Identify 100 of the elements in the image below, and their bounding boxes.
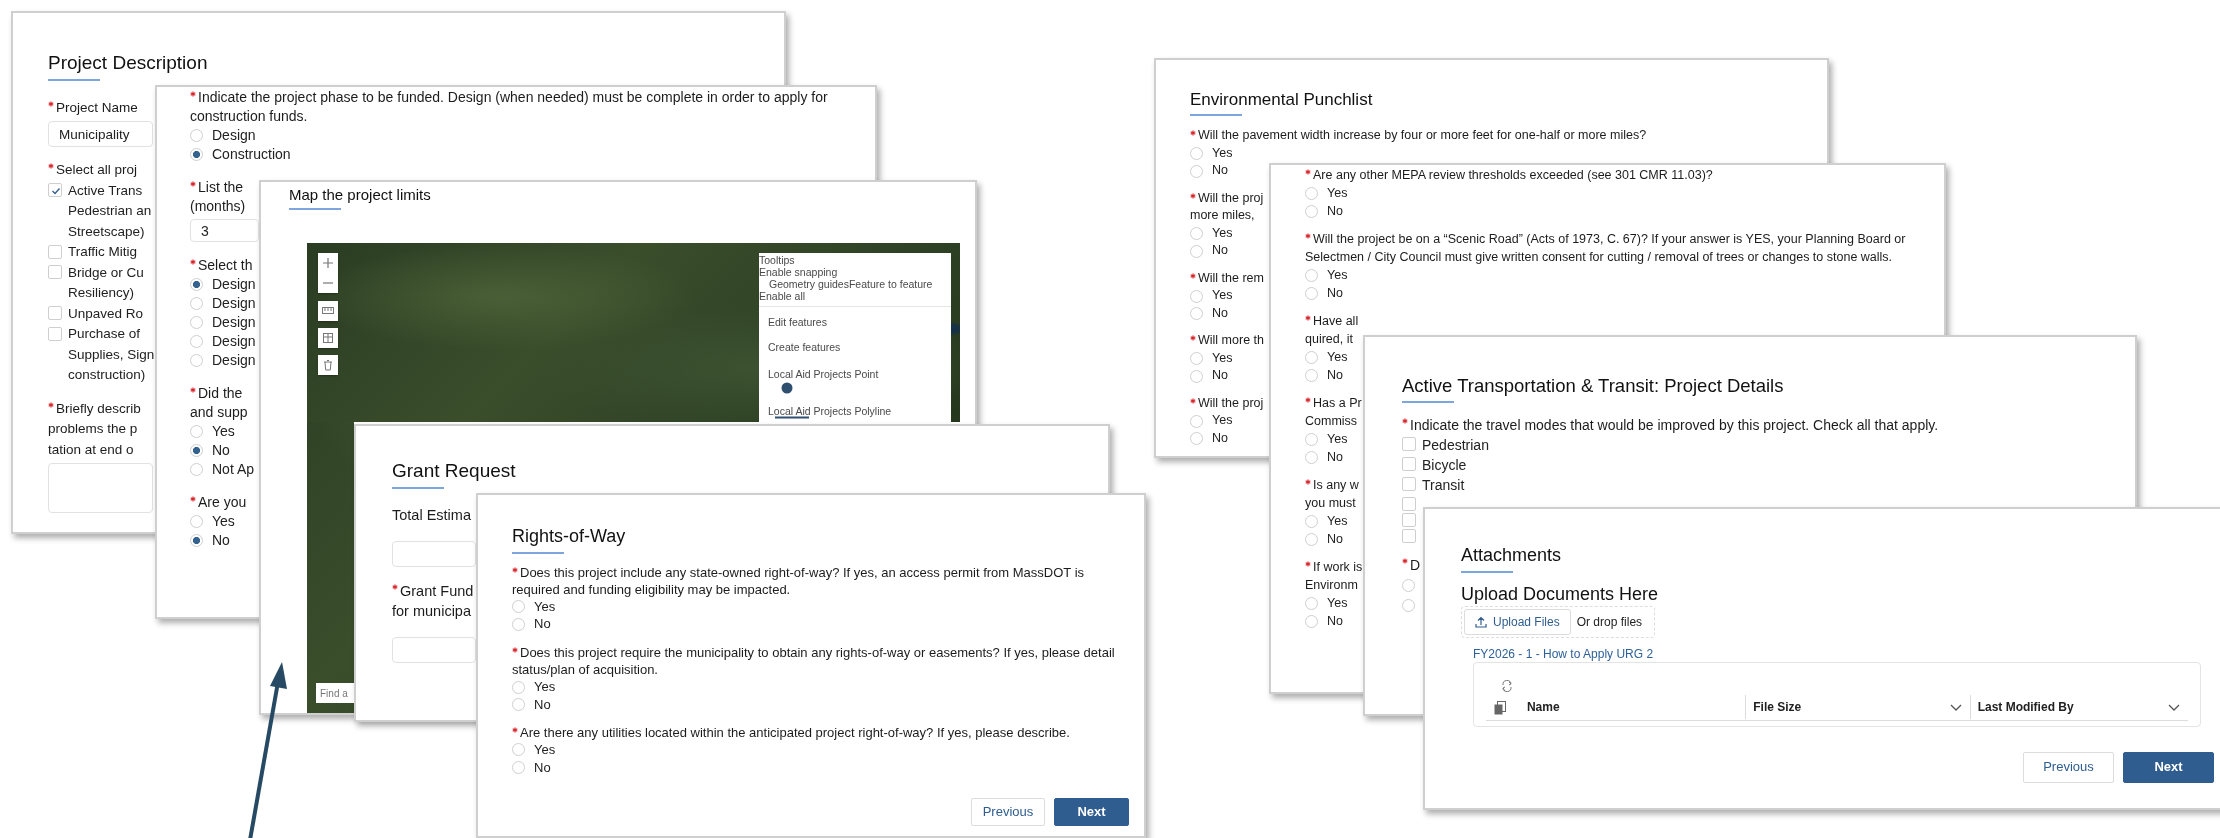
next-button[interactable]: Next	[1054, 797, 1129, 826]
option-label: Not Ap	[212, 460, 255, 479]
question-text: Is any w you must	[1305, 478, 1359, 510]
editor-option[interactable]: Enable snapping	[759, 266, 951, 278]
upload-button[interactable]: Upload Files	[1464, 608, 1571, 635]
radio-button[interactable]	[1190, 307, 1203, 321]
question-text: Have all quired, it	[1305, 314, 1359, 346]
chevron-down-icon	[2168, 703, 2180, 711]
text-field[interactable]	[392, 540, 476, 567]
option-label: No	[534, 615, 551, 633]
zoom-in-button[interactable]	[318, 253, 338, 273]
checkbox[interactable]	[1402, 497, 1416, 512]
checkbox[interactable]	[48, 326, 62, 341]
checkbox[interactable]	[1402, 437, 1416, 452]
checkbox[interactable]	[1402, 529, 1416, 544]
text-field[interactable]: Municipality	[48, 121, 153, 148]
radio-button[interactable]	[190, 129, 203, 142]
file-link[interactable]: FY2026 - 1 - How to Apply URG 2	[1473, 646, 1654, 661]
next-button[interactable]: Next	[2123, 751, 2214, 783]
radio-button[interactable]	[512, 743, 525, 757]
option-label: No	[534, 695, 551, 713]
radio-button[interactable]	[1305, 514, 1318, 528]
radio-button[interactable]	[190, 354, 203, 367]
radio-button[interactable]	[190, 278, 203, 291]
radio-button[interactable]	[1190, 432, 1203, 446]
checkbox[interactable]	[1402, 513, 1416, 528]
radio-button[interactable]	[1190, 289, 1203, 303]
section-title: Attachments	[1461, 545, 1562, 567]
radio-button[interactable]	[512, 617, 525, 631]
radio-button[interactable]	[1305, 532, 1318, 546]
checkbox[interactable]	[48, 183, 62, 198]
radio-button[interactable]	[1305, 268, 1318, 282]
radio-button[interactable]	[1305, 614, 1318, 628]
map-search-field[interactable]: Find a	[316, 683, 354, 703]
column-header[interactable]: File Size	[1745, 695, 1970, 720]
previous-button[interactable]: Previous	[2023, 751, 2114, 783]
checkbox[interactable]	[48, 306, 62, 321]
question-text: Select all proj	[56, 162, 138, 178]
radio-button[interactable]	[1305, 596, 1318, 610]
column-header[interactable]: Last Modified By	[1969, 695, 2188, 720]
layer-name[interactable]: Local Aid Projects Point	[768, 368, 951, 380]
editor-action[interactable]: Edit features	[759, 307, 951, 332]
radio-button[interactable]	[512, 697, 525, 711]
section-title: Project Description	[48, 52, 208, 75]
satellite-map[interactable]: Tooltips Enable snapping Geometry guidesFeature to feature Enable all Edit features Create features Local Aid Projects Point Local Aid Projects Polyline	[307, 243, 960, 422]
radio-button[interactable]	[512, 600, 525, 614]
checkbox[interactable]	[48, 244, 62, 259]
question-text: List the (months)	[190, 179, 246, 214]
editor-action[interactable]: Create features	[759, 332, 951, 357]
option-label: No	[1327, 449, 1343, 466]
editor-option[interactable]: Enable all	[759, 290, 951, 302]
text-field[interactable]	[392, 636, 476, 663]
radio-button[interactable]	[1402, 598, 1415, 612]
radio-button[interactable]	[1190, 227, 1203, 241]
radio-button[interactable]	[1305, 368, 1318, 382]
radio-button[interactable]	[190, 297, 203, 310]
radio-button[interactable]	[1305, 450, 1318, 464]
radio-button[interactable]	[1190, 414, 1203, 428]
editor-option[interactable]: Geometry guidesFeature to feature	[759, 278, 951, 290]
radio-button[interactable]	[190, 515, 203, 528]
option-label: Active Trans Pedestrian an Streetscape)	[68, 181, 152, 241]
layer-name[interactable]: Local Aid Projects Polyline	[768, 405, 951, 417]
radio-button[interactable]	[1305, 350, 1318, 364]
question-text: Are you	[198, 494, 247, 510]
checkbox[interactable]	[48, 265, 62, 280]
radio-button[interactable]	[190, 444, 203, 457]
column-header[interactable]: Name	[1526, 695, 1746, 720]
radio-button[interactable]	[190, 425, 203, 438]
zoom-out-button[interactable]	[318, 273, 338, 293]
option-label: Pedestrian	[1422, 436, 1489, 456]
previous-button[interactable]: Previous	[971, 797, 1045, 826]
text-area[interactable]	[48, 463, 153, 514]
map-tool-button[interactable]	[318, 301, 338, 321]
radio-button[interactable]	[190, 534, 203, 547]
satellite-map[interactable]: Find a	[307, 422, 354, 713]
checkbox[interactable]	[1402, 457, 1416, 472]
radio-button[interactable]	[190, 335, 203, 348]
radio-button[interactable]	[1190, 352, 1203, 366]
radio-button[interactable]	[1305, 432, 1318, 446]
question-text: Will the project be on a “Scenic Road” (Acts of 1973, C. 67)? If your answer is YES, your Planning Board or Selectmen / City Council must give written consent for cutting / removal of trees or changes to stone walls.	[1305, 232, 1906, 264]
radio-button[interactable]	[1190, 369, 1203, 383]
radio-button[interactable]	[190, 148, 203, 161]
radio-button[interactable]	[1305, 186, 1318, 200]
radio-button[interactable]	[512, 680, 525, 694]
map-tool-button[interactable]	[318, 355, 338, 375]
map-tool-button[interactable]	[318, 328, 338, 348]
radio-button[interactable]	[1402, 578, 1415, 592]
text-field[interactable]: 3	[190, 219, 259, 242]
radio-button[interactable]	[1305, 286, 1318, 300]
radio-button[interactable]	[512, 760, 525, 774]
radio-button[interactable]	[1190, 147, 1203, 161]
radio-button[interactable]	[190, 463, 203, 476]
plus-icon	[323, 258, 333, 268]
checkbox[interactable]	[1402, 477, 1416, 492]
option-label: Yes	[1327, 595, 1348, 612]
radio-button[interactable]	[1190, 164, 1203, 178]
radio-button[interactable]	[190, 316, 203, 329]
radio-button[interactable]	[1190, 244, 1203, 258]
radio-button[interactable]	[1305, 204, 1318, 218]
editor-option[interactable]: Tooltips	[759, 254, 951, 266]
